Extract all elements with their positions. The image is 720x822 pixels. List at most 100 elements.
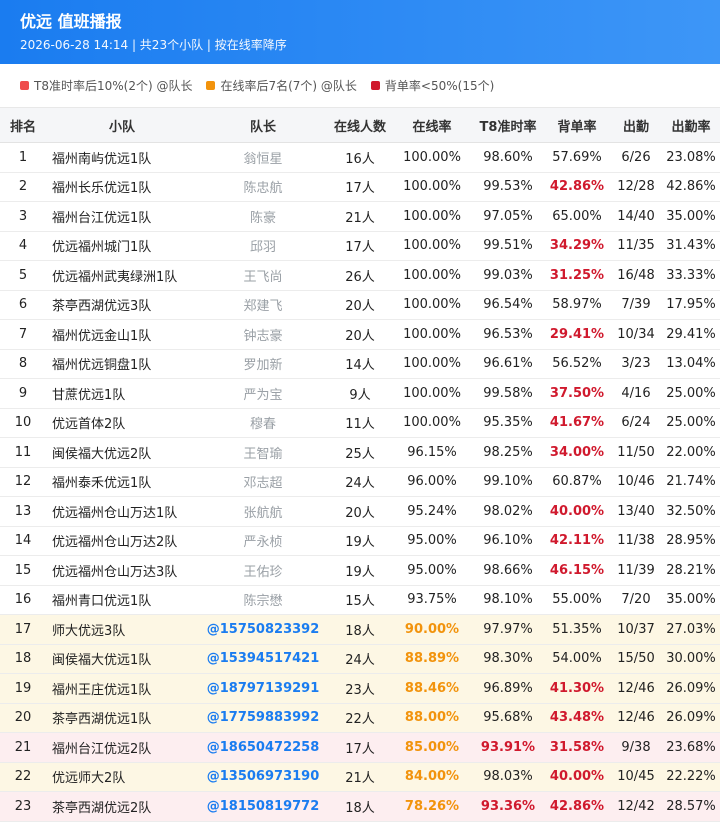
cell-t8: 99.03%	[472, 260, 544, 291]
cell-team: 优远福州城门1队	[46, 231, 198, 261]
cell-t8: 99.58%	[472, 378, 544, 409]
table-row: 16 福州青口优远1队 陈宗懋 15人 93.75% 98.10% 55.00% 7/20 35…	[0, 585, 720, 615]
cell-leader[interactable]: @13506973190	[198, 762, 328, 792]
cell-t8: 98.02%	[472, 496, 544, 527]
cell-attendance-rate: 23.68%	[662, 732, 720, 763]
cell-back-rate: 34.29%	[544, 231, 610, 261]
cell-leader[interactable]: @15394517421	[198, 644, 328, 674]
cell-online: 17人	[328, 172, 392, 202]
cell-online: 20人	[328, 319, 392, 350]
cell-online-rate: 95.24%	[392, 496, 472, 527]
ranking-table: 排名 小队 队长 在线人数 在线率 T8准时率 背单率 出勤 出勤率 1 福州南屿…	[0, 108, 720, 822]
cell-leader[interactable]: @18797139291	[198, 673, 328, 704]
cell-attendance: 7/39	[610, 290, 662, 320]
cell-online: 16人	[328, 142, 392, 173]
cell-attendance-rate: 35.00%	[662, 585, 720, 615]
cell-attendance-rate: 13.04%	[662, 349, 720, 379]
cell-team: 优远福州仓山万达3队	[46, 555, 198, 586]
cell-rank: 12	[0, 467, 46, 497]
cell-t8: 98.60%	[472, 142, 544, 173]
cell-leader: 罗加新	[198, 349, 328, 379]
table-row: 23 茶亭西湖优远2队 @18150819772 18人 78.26% 93.36% 42.…	[0, 791, 720, 822]
cell-t8: 93.36%	[472, 791, 544, 822]
cell-t8: 98.25%	[472, 437, 544, 468]
table-row: 10 优远首体2队 穆春 11人 100.00% 95.35% 41.67% 6/24 25.0…	[0, 408, 720, 438]
cell-online: 15人	[328, 585, 392, 615]
cell-t8: 96.61%	[472, 349, 544, 379]
table-row: 18 闽侯福大优远1队 @15394517421 24人 88.89% 98.30% 54.…	[0, 644, 720, 674]
cell-attendance: 11/39	[610, 555, 662, 586]
cell-online-rate: 88.00%	[392, 703, 472, 733]
cell-attendance: 14/40	[610, 201, 662, 232]
col-header-online: 在线人数	[328, 108, 392, 143]
cell-team: 茶亭西湖优远2队	[46, 791, 198, 822]
cell-rank: 5	[0, 260, 46, 291]
cell-team: 福州青口优远1队	[46, 585, 198, 615]
cell-t8: 96.53%	[472, 319, 544, 350]
cell-leader[interactable]: @18150819772	[198, 791, 328, 822]
cell-online: 20人	[328, 290, 392, 320]
cell-back-rate: 40.00%	[544, 496, 610, 527]
cell-leader[interactable]: @18650472258	[198, 732, 328, 763]
cell-rank: 9	[0, 378, 46, 409]
table-row: 5 优远福州武夷绿洲1队 王飞尚 26人 100.00% 99.03% 31.25% 16/4…	[0, 260, 720, 291]
cell-team: 福州优远铜盘1队	[46, 349, 198, 379]
cell-team: 茶亭西湖优远1队	[46, 703, 198, 733]
table-row: 20 茶亭西湖优远1队 @17759883992 22人 88.00% 95.68% 43.…	[0, 703, 720, 733]
cell-attendance-rate: 27.03%	[662, 614, 720, 645]
cell-online-rate: 100.00%	[392, 172, 472, 202]
cell-online: 18人	[328, 791, 392, 822]
cell-online-rate: 78.26%	[392, 791, 472, 822]
cell-attendance-rate: 42.86%	[662, 172, 720, 202]
cell-attendance-rate: 26.09%	[662, 703, 720, 733]
cell-online: 19人	[328, 526, 392, 556]
legend: T8准时率后10%(2个) @队长 在线率后7名(7个) @队长 背单率<50%…	[0, 64, 720, 108]
cell-team: 优远福州仓山万达2队	[46, 526, 198, 556]
cell-attendance-rate: 25.00%	[662, 378, 720, 409]
cell-t8: 97.05%	[472, 201, 544, 232]
cell-attendance-rate: 32.50%	[662, 496, 720, 527]
cell-rank: 15	[0, 555, 46, 586]
table-row: 1 福州南屿优远1队 翁恒星 16人 100.00% 98.60% 57.69% 6/26 23…	[0, 142, 720, 173]
cell-t8: 95.35%	[472, 408, 544, 438]
cell-leader[interactable]: @15750823392	[198, 614, 328, 645]
col-header-online-rate: 在线率	[392, 108, 472, 143]
cell-back-rate: 31.25%	[544, 260, 610, 291]
cell-online-rate: 90.00%	[392, 614, 472, 645]
cell-attendance: 10/34	[610, 319, 662, 350]
cell-rank: 10	[0, 408, 46, 438]
cell-leader[interactable]: @17759883992	[198, 703, 328, 733]
cell-online-rate: 95.00%	[392, 555, 472, 586]
cell-team: 闽侯福大优远1队	[46, 644, 198, 674]
cell-attendance: 16/48	[610, 260, 662, 291]
cell-attendance-rate: 21.74%	[662, 467, 720, 497]
cell-t8: 98.66%	[472, 555, 544, 586]
cell-leader: 陈宗懋	[198, 585, 328, 615]
cell-attendance: 12/46	[610, 703, 662, 733]
cell-leader: 穆春	[198, 408, 328, 438]
cell-t8: 95.68%	[472, 703, 544, 733]
cell-rank: 7	[0, 319, 46, 350]
cell-rank: 14	[0, 526, 46, 556]
cell-online: 21人	[328, 201, 392, 232]
cell-attendance: 10/37	[610, 614, 662, 645]
cell-t8: 99.53%	[472, 172, 544, 202]
cell-attendance-rate: 23.08%	[662, 142, 720, 173]
cell-back-rate: 37.50%	[544, 378, 610, 409]
legend-swatch-icon	[20, 81, 29, 90]
cell-rank: 17	[0, 614, 46, 645]
col-header-attendance-rate: 出勤率	[662, 108, 720, 143]
cell-attendance: 3/23	[610, 349, 662, 379]
cell-online: 24人	[328, 467, 392, 497]
cell-attendance: 12/46	[610, 673, 662, 704]
cell-leader: 王佑珍	[198, 555, 328, 586]
cell-attendance: 9/38	[610, 732, 662, 763]
legend-label: 背单率<50%(15个)	[384, 79, 495, 93]
cell-rank: 2	[0, 172, 46, 202]
cell-team: 优远师大2队	[46, 762, 198, 792]
cell-team: 福州王庄优远1队	[46, 673, 198, 704]
cell-online-rate: 100.00%	[392, 142, 472, 173]
cell-rank: 13	[0, 496, 46, 527]
cell-leader: 严永桢	[198, 526, 328, 556]
cell-back-rate: 58.97%	[544, 290, 610, 320]
